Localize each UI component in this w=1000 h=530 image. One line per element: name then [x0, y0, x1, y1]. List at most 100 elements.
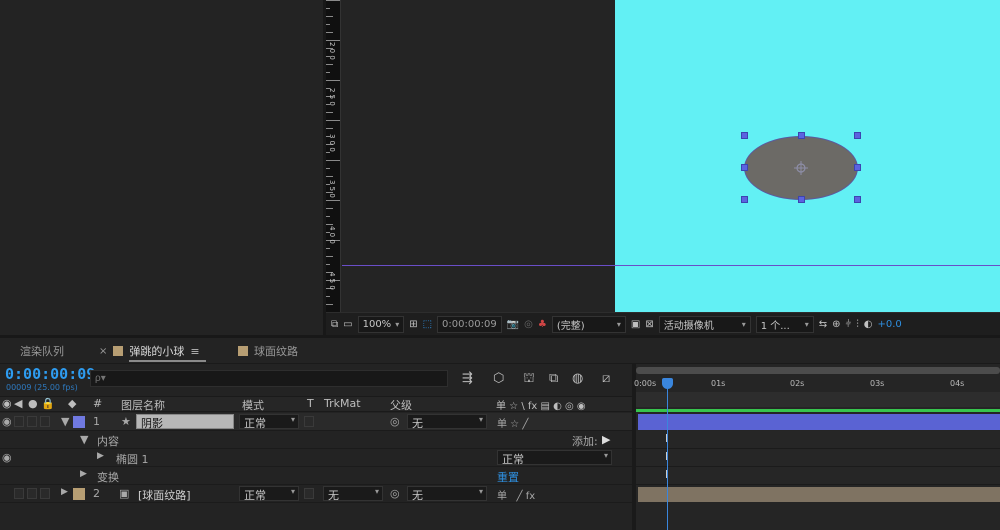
fast-preview-icon[interactable]: ⫩: [845, 317, 851, 332]
audio-toggle[interactable]: [14, 416, 24, 427]
layer-row[interactable]: ◉ ▼ 1 ★ 阴影 正常 ▾ ◎ 无 ▾ 单 ☆ ╱: [0, 413, 632, 431]
twirl-open-icon[interactable]: ▼: [61, 415, 69, 428]
always-preview-icon[interactable]: ⧉: [331, 317, 338, 332]
col-parent[interactable]: 父级: [390, 397, 412, 413]
color-channel-icon[interactable]: ♣: [538, 317, 547, 332]
layer-row[interactable]: ▶ 2 ▣ [球面纹路] 正常 ▾ 无 ▾ ◎ 无 ▾ 单 ╱ fx: [0, 485, 632, 503]
layer-2-duration-bar[interactable]: [638, 487, 1000, 502]
layer-1-duration-bar[interactable]: [638, 414, 1000, 430]
shy-layers-icon[interactable]: ⛫: [523, 371, 535, 388]
layer-color-swatch[interactable]: [73, 488, 85, 500]
handle-tl[interactable]: [741, 132, 748, 139]
handle-br[interactable]: [854, 196, 861, 203]
transform-row[interactable]: ▶ 变换 重置: [0, 467, 632, 485]
playhead-handle[interactable]: [662, 378, 673, 389]
twirl-open-icon[interactable]: ▼: [80, 433, 88, 446]
twirl-closed-icon[interactable]: ▶: [80, 469, 87, 479]
col-layer-name[interactable]: 图层名称: [121, 397, 165, 413]
solo-toggle[interactable]: [27, 416, 37, 427]
solo-icon[interactable]: ●: [28, 397, 38, 410]
label-icon[interactable]: ◆: [68, 397, 76, 410]
eye-icon[interactable]: ◉: [2, 451, 12, 464]
current-timecode[interactable]: 0:00:00:09: [5, 365, 95, 383]
motion-blur-icon[interactable]: ◍: [572, 371, 583, 386]
flowchart-icon[interactable]: ⫶: [856, 317, 859, 332]
exposure-icon[interactable]: ◐: [864, 317, 873, 332]
add-arrow-icon[interactable]: ▶: [602, 433, 610, 446]
col-hash[interactable]: #: [93, 397, 102, 410]
monitor-icon[interactable]: ▭: [343, 317, 352, 332]
ellipse-mode-select[interactable]: 正常 ▾: [497, 450, 612, 466]
timeline-navigator[interactable]: [636, 367, 1000, 374]
tab-sphere-texture[interactable]: 球面纹路: [238, 343, 298, 359]
composition-viewer[interactable]: 2 0 0 2 5 0 3 0 0 3 5 0 4 0 0 4 5 0: [326, 0, 1000, 312]
handle-bl[interactable]: [741, 196, 748, 203]
handle-ml[interactable]: [741, 164, 748, 171]
work-area-bar[interactable]: [636, 392, 1000, 407]
snapshot-icon[interactable]: 📷: [507, 317, 519, 332]
add-label[interactable]: 添加:: [572, 433, 598, 449]
mode-select[interactable]: 正常 ▾: [239, 486, 299, 502]
comp-flowchart-icon[interactable]: ⇶: [462, 371, 473, 386]
ellipse-row[interactable]: ◉ ▶ 椭圆 1 正常 ▾: [0, 449, 632, 467]
solo-toggle[interactable]: [27, 488, 37, 499]
parent-select[interactable]: 无 ▾: [407, 414, 487, 430]
col-mode[interactable]: 模式: [242, 397, 264, 413]
layer-name[interactable]: [球面纹路]: [138, 487, 191, 503]
draft-3d-icon[interactable]: ⬡: [493, 371, 504, 386]
anchor-point-icon[interactable]: [794, 161, 808, 175]
reset-exposure-icon[interactable]: ⊕: [832, 317, 840, 332]
audio-toggle[interactable]: [14, 488, 24, 499]
preserve-transparency[interactable]: [304, 488, 314, 499]
vertical-ruler[interactable]: 2 0 0 2 5 0 3 0 0 3 5 0 4 0 0 4 5 0: [326, 0, 341, 312]
layer-color-swatch[interactable]: [73, 416, 85, 428]
layer-switches[interactable]: 单 ╱ fx: [497, 487, 535, 502]
layer-name-field[interactable]: 阴影: [136, 414, 234, 430]
trkmat-select[interactable]: 无 ▾: [323, 486, 383, 502]
contents-row[interactable]: ▼ 内容 添加: ▶: [0, 431, 632, 449]
frame-blending-icon[interactable]: ⧉: [549, 371, 558, 386]
toggle-pixel-icon[interactable]: ⇆: [819, 317, 827, 332]
viewer-timecode[interactable]: 0:00:00:09: [437, 315, 502, 333]
playhead[interactable]: [667, 378, 668, 530]
tab-bouncing-ball[interactable]: × 弹跳的小球 ≡: [99, 343, 200, 359]
audio-icon[interactable]: ◀: [14, 397, 22, 410]
lock-toggle[interactable]: [40, 416, 50, 427]
parent-select[interactable]: 无 ▾: [407, 486, 487, 502]
mode-select[interactable]: 正常 ▾: [239, 414, 299, 430]
eye-icon[interactable]: ◉: [2, 397, 12, 410]
timeline-panel[interactable]: 0:00s 01s 02s 03s 04s I I I: [634, 364, 1000, 530]
lock-icon[interactable]: 🔒: [41, 397, 55, 410]
guide-line[interactable]: [342, 265, 1000, 266]
tab-render-queue[interactable]: 渲染队列: [20, 343, 64, 359]
twirl-closed-icon[interactable]: ▶: [61, 487, 68, 497]
col-t[interactable]: T: [307, 397, 314, 410]
layer-switches[interactable]: 单 ☆ ╱: [497, 415, 528, 430]
handle-tc[interactable]: [798, 132, 805, 139]
layer-search-input[interactable]: [90, 370, 448, 387]
zoom-select[interactable]: 100% ▾: [357, 315, 405, 333]
exposure-value[interactable]: +0.0: [877, 317, 901, 332]
lock-toggle[interactable]: [40, 488, 50, 499]
resolution-select[interactable]: (完整) ▾: [551, 315, 626, 333]
close-icon[interactable]: ×: [99, 346, 107, 357]
col-switches[interactable]: 单 ☆ \ fx ▤ ◐ ◎ ◉: [496, 397, 586, 412]
eye-icon[interactable]: ◉: [2, 415, 12, 428]
handle-bc[interactable]: [798, 196, 805, 203]
transparency-grid-icon[interactable]: ⊠: [645, 317, 653, 332]
mask-visibility-icon[interactable]: ⬚: [423, 317, 432, 332]
show-snapshot-icon[interactable]: ◎: [524, 317, 533, 332]
camera-select[interactable]: 活动摄像机 ▾: [658, 315, 751, 333]
grid-icon[interactable]: ⊞: [409, 317, 417, 332]
twirl-closed-icon[interactable]: ▶: [97, 451, 104, 461]
col-trkmat[interactable]: TrkMat: [324, 397, 361, 410]
preserve-transparency[interactable]: [304, 416, 314, 427]
graph-editor-icon[interactable]: ⧄: [602, 371, 610, 386]
reset-link[interactable]: 重置: [497, 469, 519, 485]
views-select[interactable]: 1 个... ▾: [755, 315, 814, 333]
menu-icon[interactable]: ≡: [190, 345, 199, 358]
handle-mr[interactable]: [854, 164, 861, 171]
pickwhip-icon[interactable]: ◎: [390, 415, 400, 428]
pickwhip-icon[interactable]: ◎: [390, 487, 400, 500]
region-of-interest-icon[interactable]: ▣: [631, 317, 640, 332]
